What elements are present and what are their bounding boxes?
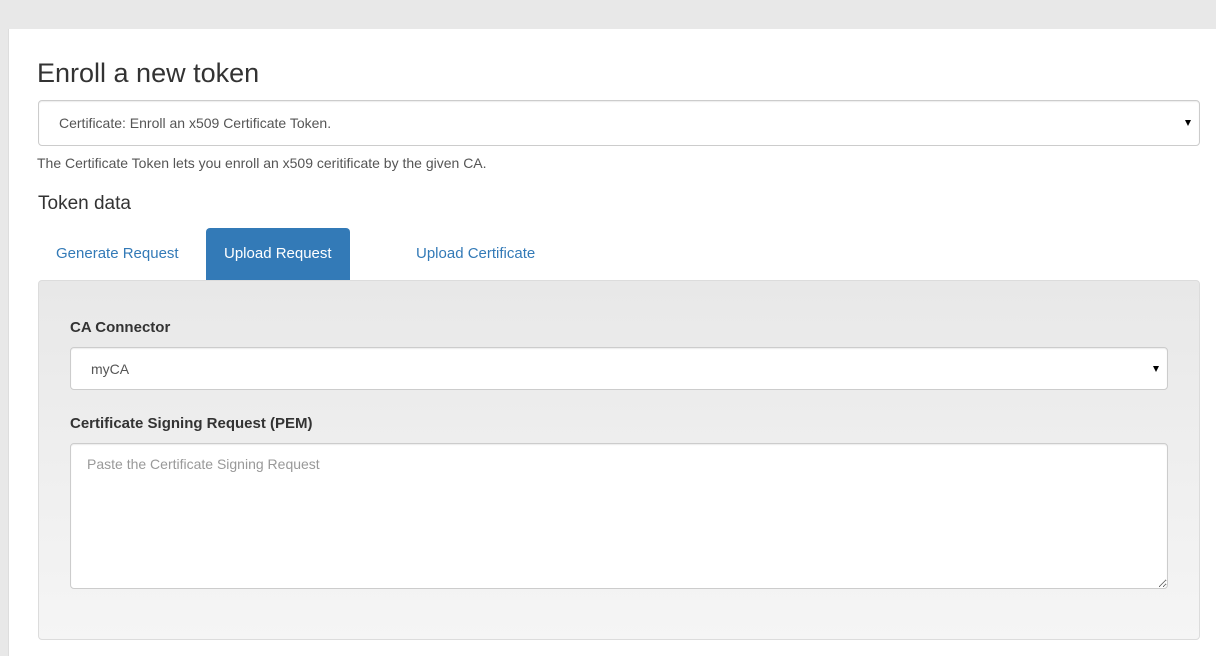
- csr-textarea[interactable]: [70, 443, 1168, 589]
- enroll-panel: Enroll a new token Certificate: Enroll a…: [8, 29, 1216, 656]
- ca-connector-select-value: myCA: [91, 360, 130, 377]
- tab-upload-request[interactable]: Upload Request: [206, 228, 350, 280]
- token-data-heading: Token data: [38, 193, 131, 214]
- tab-generate-request[interactable]: Generate Request: [38, 228, 197, 280]
- caret-down-icon: [1153, 365, 1159, 372]
- csr-label: Certificate Signing Request (PEM): [70, 415, 313, 432]
- tab-upload-certificate[interactable]: Upload Certificate: [398, 228, 553, 280]
- token-type-select-value: Certificate: Enroll an x509 Certificate …: [59, 115, 332, 131]
- ca-connector-label: CA Connector: [70, 319, 171, 336]
- upload-request-pane: CA Connector myCA Certificate Signing Re…: [38, 280, 1200, 640]
- token-type-select[interactable]: Certificate: Enroll an x509 Certificate …: [38, 100, 1200, 146]
- ca-connector-select[interactable]: myCA: [70, 347, 1168, 390]
- token-type-description: The Certificate Token lets you enroll an…: [37, 155, 487, 171]
- caret-down-icon: [1185, 120, 1191, 126]
- page-title: Enroll a new token: [37, 58, 260, 88]
